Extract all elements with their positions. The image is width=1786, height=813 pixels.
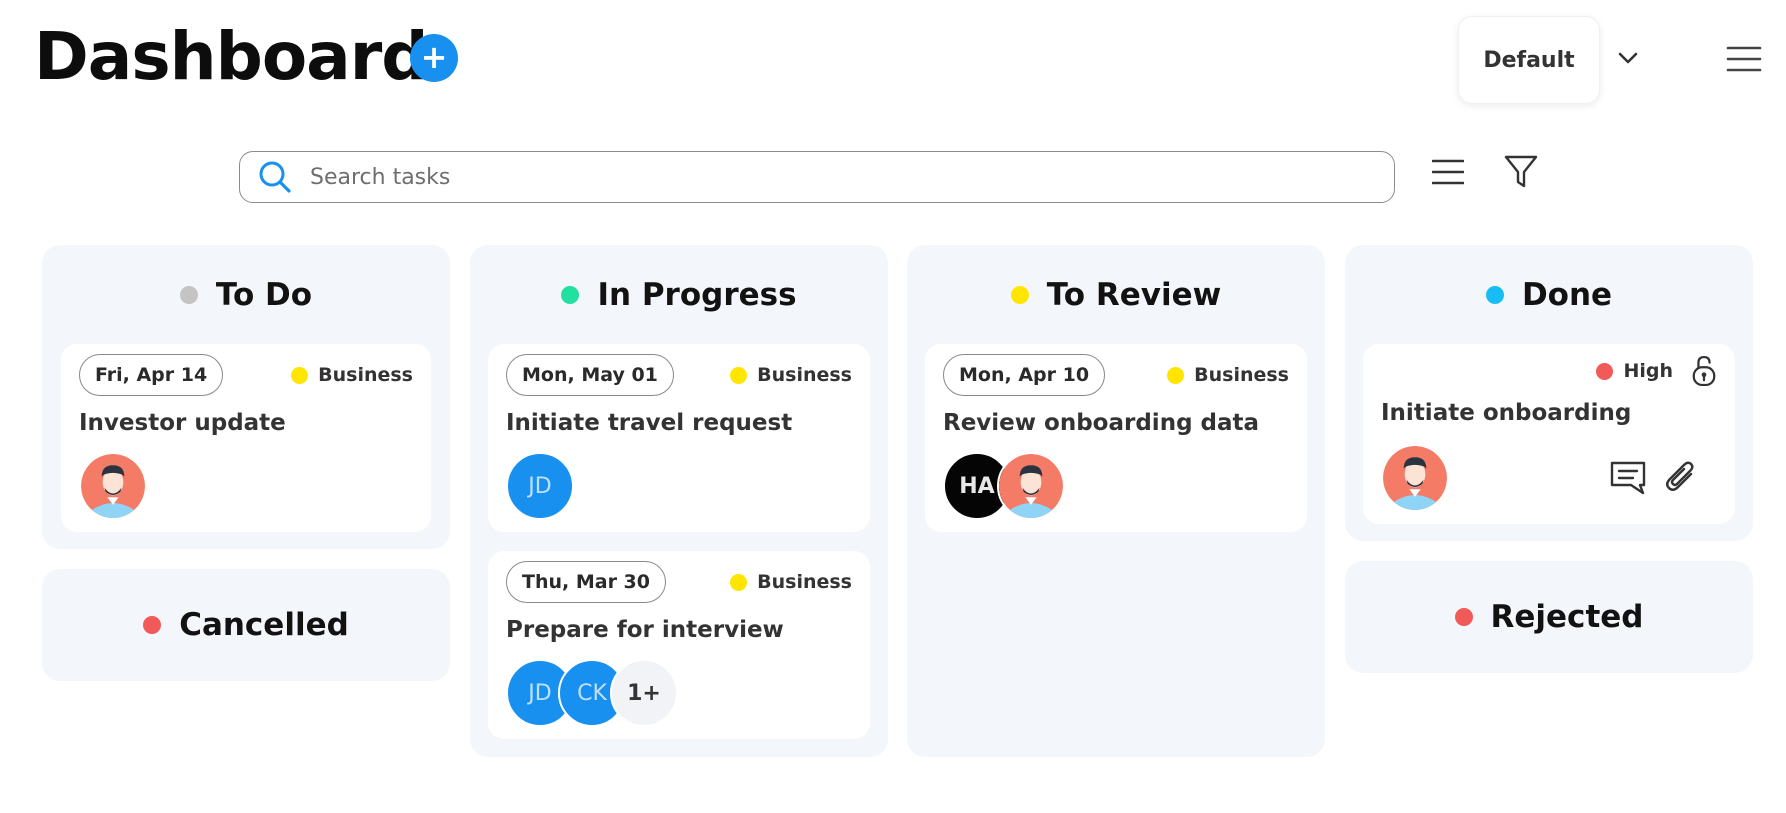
add-board-button[interactable]: + (410, 34, 458, 82)
task-card[interactable]: Mon, May 01 Business Initiate travel req… (488, 344, 870, 532)
column-title: To Review (1046, 277, 1222, 313)
column-todo: To Do Fri, Apr 14 Business Investor upda… (42, 245, 450, 549)
tag-label: Business (1194, 364, 1289, 386)
column-in-progress: In Progress Mon, May 01 Business Initiat… (470, 245, 888, 757)
column-header: In Progress (470, 245, 888, 345)
column-header: Cancelled (42, 569, 450, 681)
avatar[interactable] (1381, 444, 1449, 512)
filter-icon[interactable] (1504, 154, 1538, 190)
task-card[interactable]: Fri, Apr 14 Business Investor update (61, 344, 431, 532)
tag-label: Business (757, 571, 852, 593)
avatar[interactable] (79, 452, 147, 520)
category-tag: Business (730, 364, 852, 386)
card-title: Review onboarding data (943, 410, 1260, 436)
tag-label: Business (757, 364, 852, 386)
menu-icon[interactable] (1726, 44, 1762, 74)
avatar-initials: CK (577, 680, 607, 706)
view-select[interactable]: Default (1458, 16, 1600, 104)
priority-tag: High (1596, 360, 1673, 382)
card-title: Initiate travel request (506, 410, 793, 436)
search-icon (259, 161, 291, 193)
column-title: In Progress (597, 277, 797, 313)
attachment-icon[interactable] (1663, 460, 1699, 496)
date-chip: Mon, May 01 (506, 354, 674, 396)
status-dot (179, 286, 198, 304)
column-title: Rejected (1490, 599, 1644, 635)
avatar[interactable]: JD (506, 452, 574, 520)
card-title: Prepare for interview (506, 617, 784, 643)
column-header: Rejected (1345, 561, 1753, 673)
view-select-label: Default (1483, 47, 1575, 73)
avatar-illustration (1383, 446, 1447, 510)
column-to-review: To Review Mon, Apr 10 Business Review on… (907, 245, 1325, 757)
priority-label: High (1623, 360, 1673, 382)
category-tag: Business (730, 571, 852, 593)
search-input[interactable] (310, 164, 1370, 190)
column-title: Cancelled (179, 607, 349, 643)
more-count: 1+ (627, 680, 661, 706)
status-dot (561, 286, 580, 304)
tag-dot (730, 366, 748, 384)
date-chip: Thu, Mar 30 (506, 561, 666, 603)
task-card[interactable]: Mon, Apr 10 Business Review onboarding d… (925, 344, 1307, 532)
column-done: Done High Initiate onboarding (1345, 245, 1753, 541)
card-title: Initiate onboarding (1381, 400, 1632, 426)
comment-icon[interactable] (1609, 460, 1647, 496)
avatar-initials: JD (528, 680, 552, 706)
column-header: Done (1345, 245, 1753, 345)
status-dot (143, 616, 162, 634)
date-chip: Mon, Apr 10 (943, 354, 1106, 396)
tag-dot (1167, 366, 1185, 384)
status-dot (1485, 286, 1504, 304)
avatar-illustration (81, 454, 145, 518)
column-cancelled: Cancelled (42, 569, 450, 681)
category-tag: Business (291, 364, 413, 386)
card-title: Investor update (79, 410, 286, 436)
category-tag: Business (1167, 364, 1289, 386)
list-view-icon[interactable] (1432, 156, 1464, 188)
lock-icon[interactable] (1691, 354, 1717, 388)
avatar-initials: JD (528, 473, 552, 499)
status-dot (1010, 286, 1029, 304)
tag-dot (730, 573, 748, 591)
avatar-initials: HA (959, 473, 995, 499)
search-bar[interactable] (239, 151, 1395, 203)
priority-dot (1596, 362, 1614, 380)
column-header: To Do (42, 245, 450, 345)
task-card[interactable]: High Initiate onboarding (1363, 344, 1735, 524)
avatar[interactable] (997, 452, 1065, 520)
task-card[interactable]: Thu, Mar 30 Business Prepare for intervi… (488, 551, 870, 739)
column-title: To Do (215, 277, 313, 313)
avatar-illustration (999, 454, 1063, 518)
column-rejected: Rejected (1345, 561, 1753, 673)
date-chip: Fri, Apr 14 (79, 354, 224, 396)
chevron-down-icon[interactable] (1614, 44, 1642, 72)
tag-dot (291, 366, 309, 384)
status-dot (1454, 608, 1473, 626)
tag-label: Business (318, 364, 413, 386)
page-title: Dashboard (34, 18, 429, 95)
column-title: Done (1521, 277, 1613, 313)
column-header: To Review (907, 245, 1325, 345)
more-assignees-badge[interactable]: 1+ (610, 659, 678, 727)
